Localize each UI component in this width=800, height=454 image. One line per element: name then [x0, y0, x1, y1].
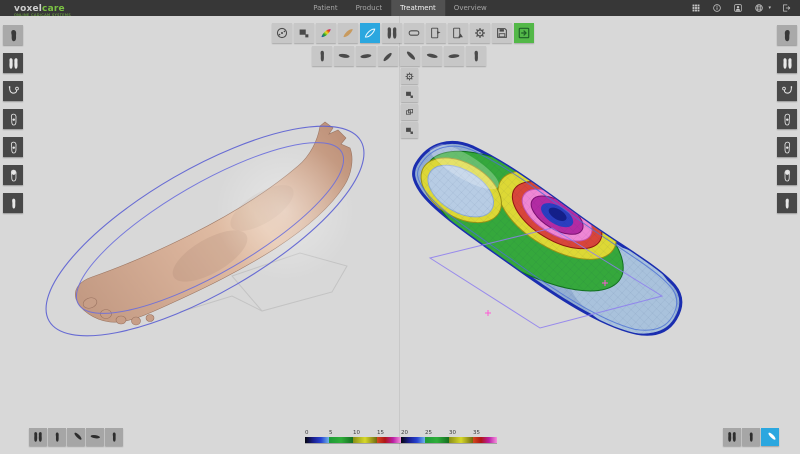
orbit-disc-button[interactable] — [272, 23, 292, 43]
right-view-mode-buttons — [723, 428, 779, 446]
tab-treatment[interactable]: Treatment — [391, 0, 445, 16]
pressure-scale-segment — [425, 437, 449, 443]
main-nav-tabs: Patient Product Treatment Overview — [304, 0, 496, 16]
document-mill-button[interactable] — [448, 23, 468, 43]
language-globe-icon[interactable] — [754, 3, 765, 14]
voxelcare-app: { "brand": { "name_primary": "voxel", "n… — [0, 0, 800, 450]
pressure-scale-segment — [473, 437, 497, 443]
view-angle-toolbar — [312, 46, 486, 66]
view-insole-front-button[interactable] — [312, 46, 332, 66]
main-toolbar — [272, 23, 534, 43]
view-insole-side-thin-button[interactable] — [444, 46, 464, 66]
right-feet-pair-button[interactable] — [777, 53, 797, 73]
bl-feet-pair-button[interactable] — [29, 428, 47, 446]
scale-tick: 0 — [305, 430, 329, 437]
insole-pressure-colors-button[interactable] — [316, 23, 336, 43]
info-icon[interactable] — [712, 3, 723, 14]
bl-foot-diagonal-button[interactable] — [67, 428, 85, 446]
tab-overview[interactable]: Overview — [445, 0, 496, 16]
insole-material-button[interactable] — [338, 23, 358, 43]
document-flag-button[interactable] — [426, 23, 446, 43]
left-feet-pair-button[interactable] — [3, 53, 23, 73]
right-foot-measure-button[interactable] — [777, 81, 797, 101]
right-foot-zones-button[interactable] — [777, 165, 797, 185]
copy-object-button[interactable] — [294, 23, 314, 43]
settings-gear-small-button[interactable] — [401, 68, 418, 84]
scale-tick: 35 — [473, 430, 497, 437]
scale-tick: 15 — [377, 430, 401, 437]
left-tool-sidebar — [3, 25, 23, 213]
scale-tick: 20 — [401, 430, 425, 437]
view-insole-diagonal-up-button[interactable] — [378, 46, 398, 66]
scale-tick: 10 — [353, 430, 377, 437]
user-account-icon[interactable] — [733, 3, 744, 14]
chevron-down-icon[interactable]: ▾ — [768, 5, 771, 11]
bl-foot-front-2-button[interactable] — [105, 428, 123, 446]
settings-gear-button[interactable] — [470, 23, 490, 43]
feet-pair-button[interactable] — [382, 23, 402, 43]
brand-tagline: ONLINE CAD/CAM SYSTEMS — [14, 12, 71, 19]
left-foot-marker-button[interactable] — [3, 109, 23, 129]
export-button[interactable] — [514, 23, 534, 43]
left-view-mode-buttons — [29, 428, 123, 446]
view-insole-top-button[interactable] — [466, 46, 486, 66]
viewport-divider — [399, 16, 400, 450]
pressure-scale-segment — [329, 437, 353, 443]
right-foot-marker-2-button[interactable] — [777, 137, 797, 157]
pressure-color-scale: 0 5 10 15 20 25 30 35 — [305, 430, 497, 443]
left-viewport-foot-scan[interactable] — [0, 16, 400, 450]
view-insole-side-mid-button[interactable] — [422, 46, 442, 66]
foot-3d-model — [75, 122, 355, 325]
insole-3d-model — [400, 110, 711, 363]
view-insole-diagonal-down-button[interactable] — [400, 46, 420, 66]
top-app-bar: voxelcare ONLINE CAD/CAM SYSTEMS Patient… — [0, 0, 800, 16]
scale-tick: 5 — [329, 430, 353, 437]
pressure-scale-segment — [449, 437, 473, 443]
view-insole-side-flat-button[interactable] — [334, 46, 354, 66]
pressure-scale-segment — [401, 437, 425, 443]
bl-foot-front-button[interactable] — [48, 428, 66, 446]
right-foot-sole-button[interactable] — [777, 25, 797, 45]
topbar-icon-group: ▾ — [691, 0, 792, 16]
pressure-scale-segment — [305, 437, 329, 443]
pressure-scale-strip — [305, 437, 497, 443]
save-button[interactable] — [492, 23, 512, 43]
br-feet-pair-button[interactable] — [723, 428, 741, 446]
bl-foot-profile-button[interactable] — [86, 428, 104, 446]
duplicate-layers-button[interactable] — [401, 86, 418, 102]
left-foot-marker-2-button[interactable] — [3, 137, 23, 157]
view-insole-side-low-button[interactable] — [356, 46, 376, 66]
left-foot-measure-button[interactable] — [3, 81, 23, 101]
tab-product[interactable]: Product — [347, 0, 392, 16]
left-foot-sole-button[interactable] — [3, 25, 23, 45]
pressure-scale-segment — [353, 437, 377, 443]
right-tool-sidebar — [777, 25, 797, 213]
scale-tick: 25 — [425, 430, 449, 437]
br-foot-front-button[interactable] — [742, 428, 760, 446]
br-foot-diagonal-button[interactable] — [761, 428, 779, 446]
right-foot-slim-button[interactable] — [777, 193, 797, 213]
pressure-scale-ticks: 0 5 10 15 20 25 30 35 — [305, 430, 497, 437]
right-viewport-insole-design[interactable] — [400, 16, 800, 450]
insole-wireframe-button[interactable] — [360, 23, 380, 43]
scale-tick: 30 — [449, 430, 473, 437]
left-foot-slim-button[interactable] — [3, 193, 23, 213]
logout-icon[interactable] — [781, 3, 792, 14]
tab-patient[interactable]: Patient — [304, 0, 346, 16]
object-with-square-button[interactable] — [401, 122, 418, 138]
apps-grid-icon[interactable] — [691, 3, 702, 14]
right-foot-marker-button[interactable] — [777, 109, 797, 129]
brand-logo: voxelcare ONLINE CAD/CAM SYSTEMS — [14, 2, 71, 20]
left-foot-zones-button[interactable] — [3, 165, 23, 185]
pressure-scale-segment — [377, 437, 401, 443]
side-tool-column — [401, 68, 418, 138]
milling-block-button[interactable] — [404, 23, 424, 43]
duplicate-layers-outline-button[interactable] — [401, 104, 418, 120]
